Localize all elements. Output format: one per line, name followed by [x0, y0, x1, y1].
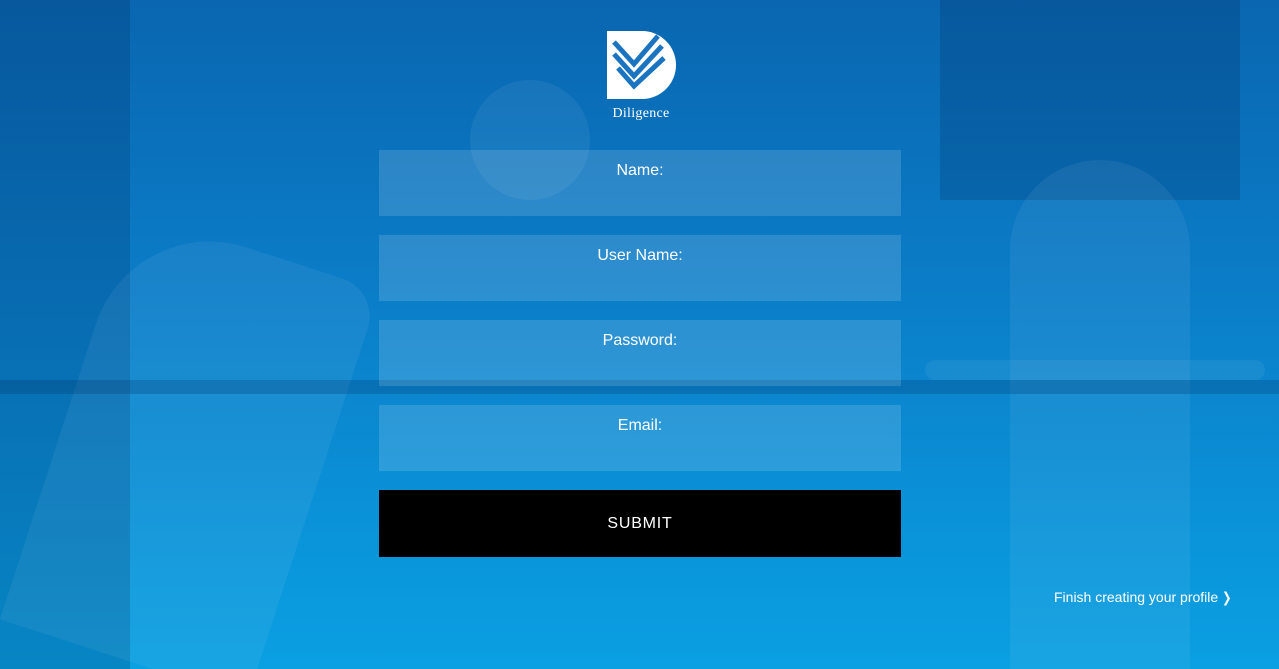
submit-button[interactable]: SUBMIT: [379, 490, 901, 557]
name-field[interactable]: Name:: [379, 150, 905, 216]
password-label: Password:: [602, 332, 678, 349]
password-input[interactable]: [379, 354, 905, 386]
finish-profile-link[interactable]: Finish creating your profile ❯: [1054, 589, 1233, 606]
diligence-logo-icon: [607, 31, 676, 99]
signup-page: Diligence Name: User Name: Password: Ema…: [0, 0, 1279, 669]
name-input[interactable]: [379, 184, 905, 216]
username-field[interactable]: User Name:: [379, 235, 905, 301]
email-field[interactable]: Email:: [379, 405, 905, 471]
email-label: Email:: [617, 417, 663, 434]
brand-name: Diligence: [612, 106, 670, 121]
finish-profile-label: Finish creating your profile: [1054, 589, 1219, 605]
username-input[interactable]: [379, 269, 905, 301]
name-label: Name:: [616, 162, 664, 179]
email-input[interactable]: [379, 439, 905, 471]
brand-logo[interactable]: Diligence: [604, 30, 678, 124]
password-field[interactable]: Password:: [379, 320, 905, 386]
chevron-right-icon: ❯: [1222, 589, 1232, 605]
username-label: User Name:: [597, 247, 683, 264]
